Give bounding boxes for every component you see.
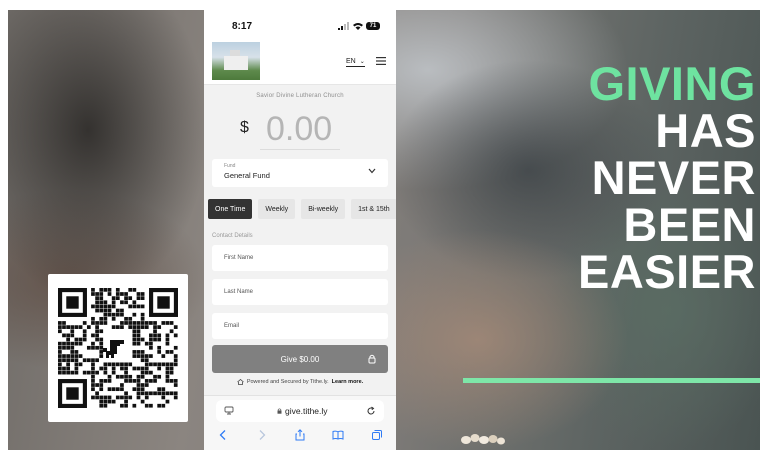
first-name-field[interactable]: First Name [212, 245, 388, 271]
reader-icon[interactable] [224, 406, 234, 416]
phone-screen: 8:17 71 EN ⌄ Savior Divine Lutheran Chur… [204, 10, 396, 450]
tab-1st-15th[interactable]: 1st & 15th [351, 199, 396, 219]
hamburger-menu-icon[interactable] [376, 57, 386, 65]
email-field[interactable]: Email [212, 313, 388, 339]
bracelet-detail [461, 434, 505, 445]
language-label: EN [346, 58, 356, 65]
currency-symbol: $ [240, 119, 249, 136]
tab-one-time[interactable]: One Time [208, 199, 253, 219]
fund-label: Fund [224, 163, 236, 169]
url-text: give.tithe.ly [285, 406, 328, 416]
back-icon[interactable] [217, 429, 229, 441]
tithely-logo-icon [237, 379, 244, 385]
status-bar: 8:17 71 [204, 10, 396, 40]
fund-value: General Fund [224, 171, 270, 180]
browser-toolbar [204, 426, 396, 444]
contact-section-label: Contact Details [212, 233, 253, 239]
chevron-down-icon [368, 168, 376, 174]
give-button-label: Give $0.00 [280, 354, 320, 364]
tabs-icon[interactable] [371, 429, 383, 441]
powered-text: Powered and Secured by Tithe.ly. [246, 379, 329, 385]
qr-code-card[interactable] [48, 274, 188, 422]
amount-underline [260, 149, 340, 150]
amount-input[interactable]: $ 0.00 [204, 105, 396, 150]
promo-background: 8:17 71 EN ⌄ Savior Divine Lutheran Chur… [8, 10, 760, 450]
headline-accent-word: GIVING [588, 57, 756, 110]
forward-icon[interactable] [256, 429, 268, 441]
cell-signal-icon [338, 22, 349, 30]
tab-bi-weekly[interactable]: Bi-weekly [301, 199, 346, 219]
amount-value: 0.00 [266, 110, 333, 148]
wifi-icon [353, 23, 363, 30]
language-selector[interactable]: EN ⌄ [346, 58, 365, 67]
bookmarks-icon[interactable] [332, 429, 344, 441]
url-bar[interactable]: give.tithe.ly [216, 400, 384, 422]
headline: GIVING HAS NEVER BEEN EASIER [528, 60, 756, 295]
tab-weekly[interactable]: Weekly [258, 199, 296, 219]
learn-more-link[interactable]: Learn more. [332, 379, 363, 385]
chevron-down-icon: ⌄ [359, 59, 365, 65]
reload-icon[interactable] [366, 406, 376, 416]
headline-word: EASIER [578, 245, 756, 298]
church-name: Savior Divine Lutheran Church [256, 93, 344, 99]
share-icon[interactable] [294, 429, 306, 441]
fund-select[interactable]: Fund General Fund [212, 159, 388, 187]
app-header: EN ⌄ [204, 40, 396, 85]
headline-word: NEVER [591, 151, 756, 204]
browser-chrome: give.tithe.ly [204, 395, 396, 450]
frequency-tabs: One Time Weekly Bi-weekly 1st & 15th [208, 199, 396, 219]
headline-word: HAS [655, 104, 756, 157]
last-name-field[interactable]: Last Name [212, 279, 388, 305]
church-building [224, 56, 248, 70]
church-photo [212, 42, 260, 80]
give-button[interactable]: Give $0.00 [212, 345, 388, 373]
status-icons: 71 [338, 22, 380, 30]
lock-icon [277, 408, 282, 414]
battery-icon: 71 [366, 22, 380, 30]
powered-by: Powered and Secured by Tithe.ly. Learn m… [204, 379, 396, 385]
status-time: 8:17 [232, 21, 253, 32]
headline-word: BEEN [623, 198, 756, 251]
qr-code-icon [58, 288, 178, 408]
lock-icon [368, 354, 376, 364]
accent-divider [463, 378, 760, 383]
